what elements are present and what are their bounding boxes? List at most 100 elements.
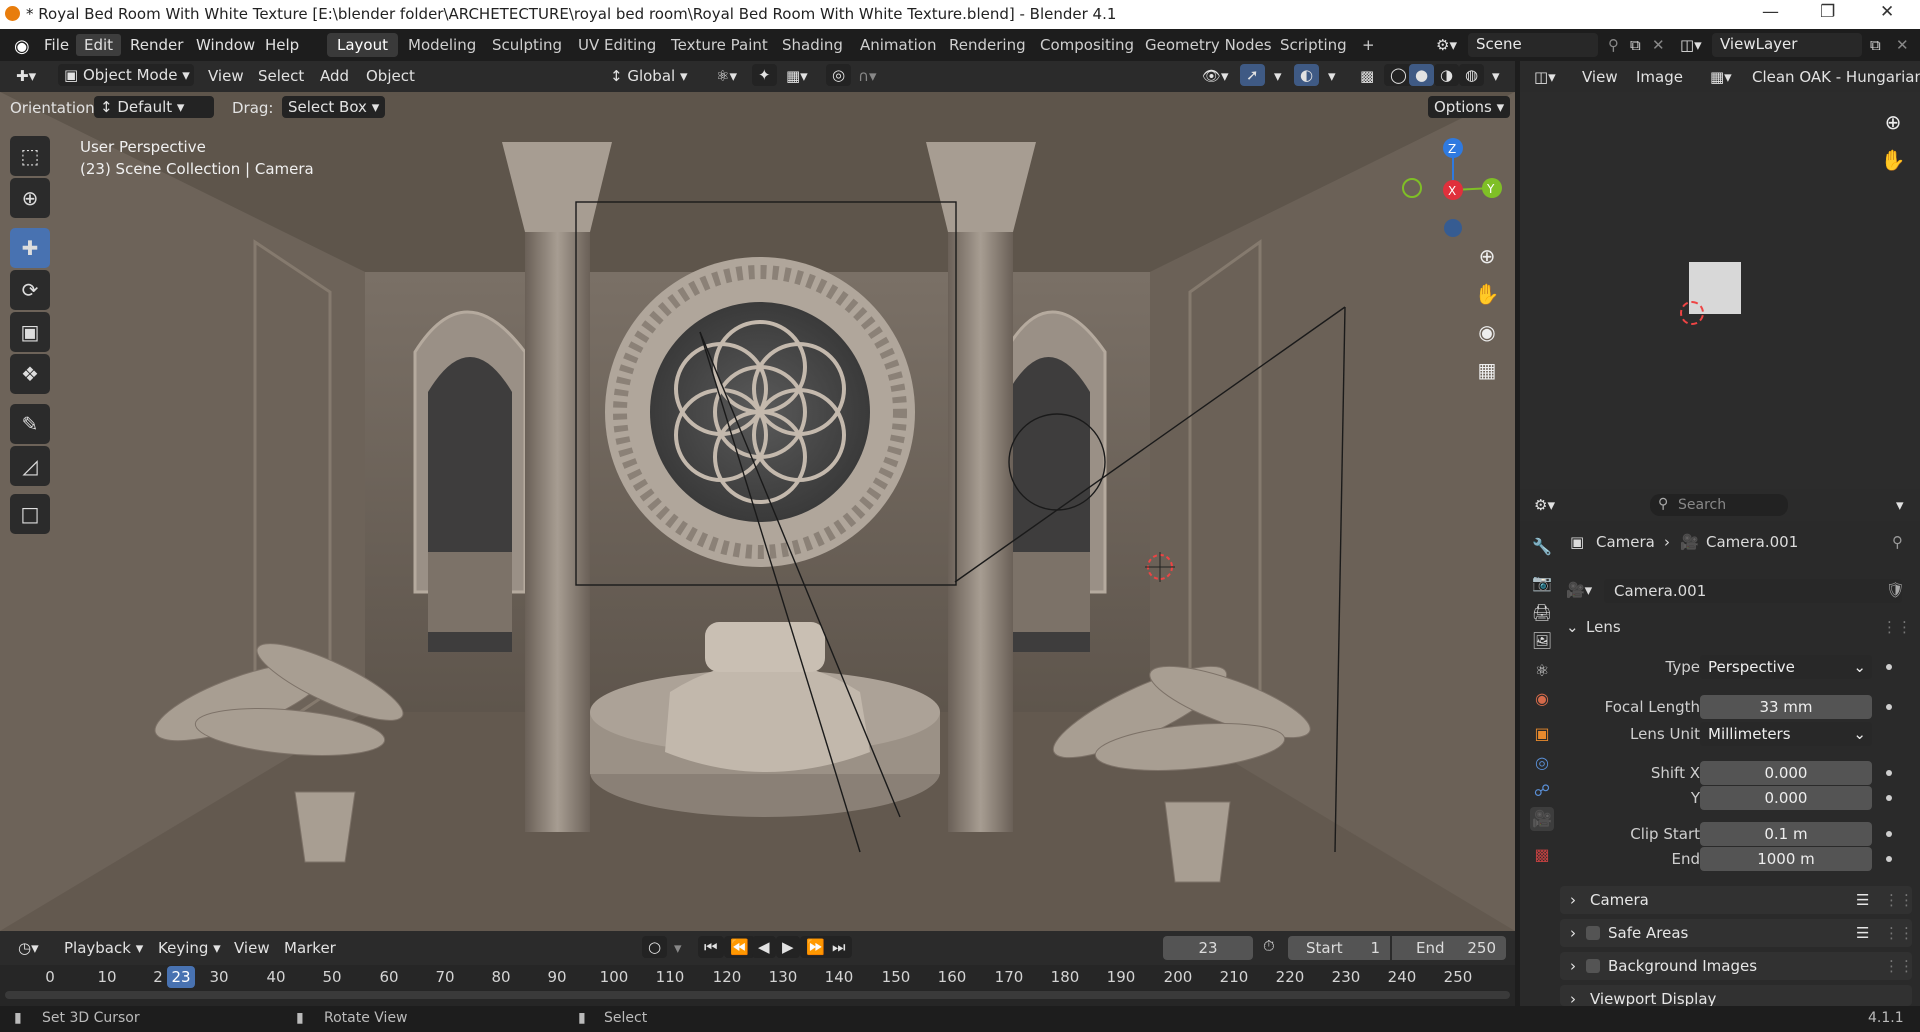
world-tab-icon[interactable]: ◉ <box>1530 687 1554 711</box>
keyframe-dot-icon[interactable] <box>1886 795 1892 801</box>
tab-uv-editing[interactable]: UV Editing <box>568 33 666 57</box>
timeline-menu-keying[interactable]: Keying ▾ <box>152 937 227 959</box>
tab-modeling[interactable]: Modeling <box>398 33 486 57</box>
object-tab-icon[interactable]: ▣ <box>1530 722 1554 746</box>
image-menu-image[interactable]: Image <box>1630 66 1689 88</box>
background-images-panel[interactable]: › Background Images ⋮⋮ <box>1560 952 1914 980</box>
tab-texture-paint[interactable]: Texture Paint <box>661 33 778 57</box>
start-frame-field[interactable]: Start 1 <box>1288 936 1390 960</box>
image-zoom-icon[interactable]: ⊕ <box>1876 105 1910 139</box>
timeline-menu-marker[interactable]: Marker <box>278 937 342 959</box>
overlay-dropdown-icon[interactable]: ▾ <box>1322 65 1342 87</box>
timeline-type-icon[interactable]: ◷▾ <box>12 937 45 959</box>
menu-edit[interactable]: Edit <box>76 34 122 56</box>
end-frame-field[interactable]: End 250 <box>1392 936 1506 960</box>
tool-tab-icon[interactable]: 🔧 <box>1530 535 1554 559</box>
visibility-icon[interactable]: 👁▾ <box>1196 65 1235 87</box>
falloff-icon[interactable]: ∩▾ <box>852 65 883 87</box>
drag-handle-icon[interactable]: ⋮⋮ <box>1882 618 1912 636</box>
minimize-icon[interactable]: — <box>1762 2 1779 22</box>
menu-help[interactable]: Help <box>257 34 307 56</box>
keyframe-dot-icon[interactable] <box>1886 856 1892 862</box>
view-layer-icon[interactable]: ◫▾ <box>1672 34 1710 56</box>
mode-selector[interactable]: ▣ Object Mode ▾ <box>58 64 194 86</box>
clip-end-field[interactable]: 1000 m <box>1700 847 1872 871</box>
tab-compositing[interactable]: Compositing <box>1030 33 1144 57</box>
jump-start-icon[interactable]: ⏮ <box>698 936 724 958</box>
scene-tab-icon[interactable]: ⚛ <box>1530 659 1554 683</box>
view-layer-tab-icon[interactable]: 🖼 <box>1530 629 1554 653</box>
tab-scripting[interactable]: Scripting <box>1270 33 1357 57</box>
xray-toggle-icon[interactable]: ▩ <box>1354 65 1380 87</box>
safe-areas-checkbox[interactable] <box>1586 926 1600 940</box>
blender-menu-icon[interactable]: ◉ <box>6 34 38 59</box>
texture-tab-icon[interactable]: ▩ <box>1530 843 1554 867</box>
viewport-menu-view[interactable]: View <box>202 65 250 87</box>
viewport-menu-select[interactable]: Select <box>252 65 310 87</box>
cursor-tool-icon[interactable]: ⊕ <box>10 178 50 218</box>
lens-unit-dropdown[interactable]: Millimeters ⌄ <box>1700 722 1872 746</box>
viewport-display-panel[interactable]: › Viewport Display <box>1560 985 1912 1006</box>
grid-perspective-icon[interactable]: ▦ <box>1470 353 1504 387</box>
transform-orientation-selector[interactable]: ↕ Global ▾ <box>604 65 694 87</box>
keyframe-dot-icon[interactable] <box>1886 704 1892 710</box>
pan-hand-icon[interactable]: ✋ <box>1470 277 1504 311</box>
proportional-edit-icon[interactable]: ◎ <box>826 64 852 86</box>
render-tab-icon[interactable]: 📷 <box>1530 571 1554 595</box>
auto-keying-icon[interactable]: ○ <box>642 936 668 958</box>
menu-render[interactable]: Render <box>122 34 191 56</box>
physics-tab-icon[interactable]: ◎ <box>1530 751 1554 775</box>
type-dropdown[interactable]: Perspective ⌄ <box>1700 655 1872 679</box>
safe-areas-panel[interactable]: › Safe Areas ☰ ⋮⋮ <box>1560 919 1914 947</box>
options-dropdown[interactable]: Options ▾ <box>1428 96 1511 118</box>
delete-view-layer-icon[interactable]: ✕ <box>1888 34 1917 56</box>
overlay-toggle-icon[interactable]: ◐ <box>1294 64 1320 86</box>
shift-x-field[interactable]: 0.000 <box>1700 761 1872 785</box>
drag-selector[interactable]: Select Box ▾ <box>282 96 386 118</box>
image-editor-type-icon[interactable]: ◫▾ <box>1528 66 1562 88</box>
clip-start-field[interactable]: 0.1 m <box>1700 822 1872 846</box>
constraints-tab-icon[interactable]: ☍ <box>1530 779 1554 803</box>
image-menu-view[interactable]: View <box>1576 66 1624 88</box>
rendered-shading-icon[interactable]: ◍ <box>1459 64 1485 86</box>
timeline-scrollbar[interactable] <box>5 991 1510 999</box>
drag-handle-icon[interactable]: ⋮⋮ <box>1884 952 1914 980</box>
transform-tool-icon[interactable]: ❖ <box>10 354 50 394</box>
camera-view-icon[interactable]: ◉ <box>1470 315 1504 349</box>
menu-file[interactable]: File <box>36 34 77 56</box>
lens-panel-header[interactable]: ⌄ Lens ⋮⋮ <box>1560 613 1912 643</box>
playhead[interactable]: 23 <box>167 966 195 988</box>
add-cube-tool-icon[interactable]: □ <box>10 494 50 534</box>
tab-geometry-nodes[interactable]: Geometry Nodes <box>1135 33 1282 57</box>
select-tool-icon[interactable]: ⬚ <box>10 136 50 176</box>
camera-data-tab-icon[interactable]: 🎥 <box>1530 807 1554 831</box>
prev-keyframe-icon[interactable]: ⏪ <box>724 936 755 958</box>
snap-target-icon[interactable]: ▦▾ <box>780 65 814 87</box>
current-frame-field[interactable]: 23 <box>1163 936 1253 960</box>
editor-type-icon[interactable]: ✚▾ <box>10 65 42 87</box>
rotate-tool-icon[interactable]: ⟳ <box>10 270 50 310</box>
image-name-field[interactable]: Clean OAK - Hungarian_H <box>1746 66 1920 88</box>
background-images-checkbox[interactable] <box>1586 959 1600 973</box>
play-icon[interactable]: ▶ <box>776 936 800 958</box>
properties-type-icon[interactable]: ⚙▾ <box>1528 494 1561 516</box>
jump-end-icon[interactable]: ⏭ <box>826 936 852 958</box>
presets-icon[interactable]: ☰ <box>1856 886 1869 914</box>
play-reverse-icon[interactable]: ◀ <box>752 936 776 958</box>
pivot-point-icon[interactable]: ⚛▾ <box>710 65 743 87</box>
drag-handle-icon[interactable]: ⋮⋮ <box>1884 919 1914 947</box>
properties-search-input[interactable]: Search <box>1650 494 1788 516</box>
keyframe-dot-icon[interactable] <box>1886 664 1892 670</box>
snap-toggle-icon[interactable]: ✦ <box>752 64 777 86</box>
solid-shading-icon[interactable]: ● <box>1409 64 1435 86</box>
pin-properties-icon[interactable]: ⚲ <box>1892 533 1903 551</box>
gizmo-dropdown-icon[interactable]: ▾ <box>1268 65 1288 87</box>
fake-user-icon[interactable]: 🛡 <box>1886 581 1905 599</box>
orientation-selector[interactable]: ↕ Default ▾ <box>94 96 214 118</box>
image-editor[interactable]: ◫▾ View Image ▦▾ Clean OAK - Hungarian_H… <box>1520 61 1920 489</box>
menu-window[interactable]: Window <box>188 34 263 56</box>
shift-y-field[interactable]: 0.000 <box>1700 786 1872 810</box>
camera-data-browse-icon[interactable]: 🎥▾ <box>1566 581 1592 599</box>
add-workspace-button[interactable]: + <box>1352 33 1385 57</box>
viewport-menu-add[interactable]: Add <box>314 65 355 87</box>
